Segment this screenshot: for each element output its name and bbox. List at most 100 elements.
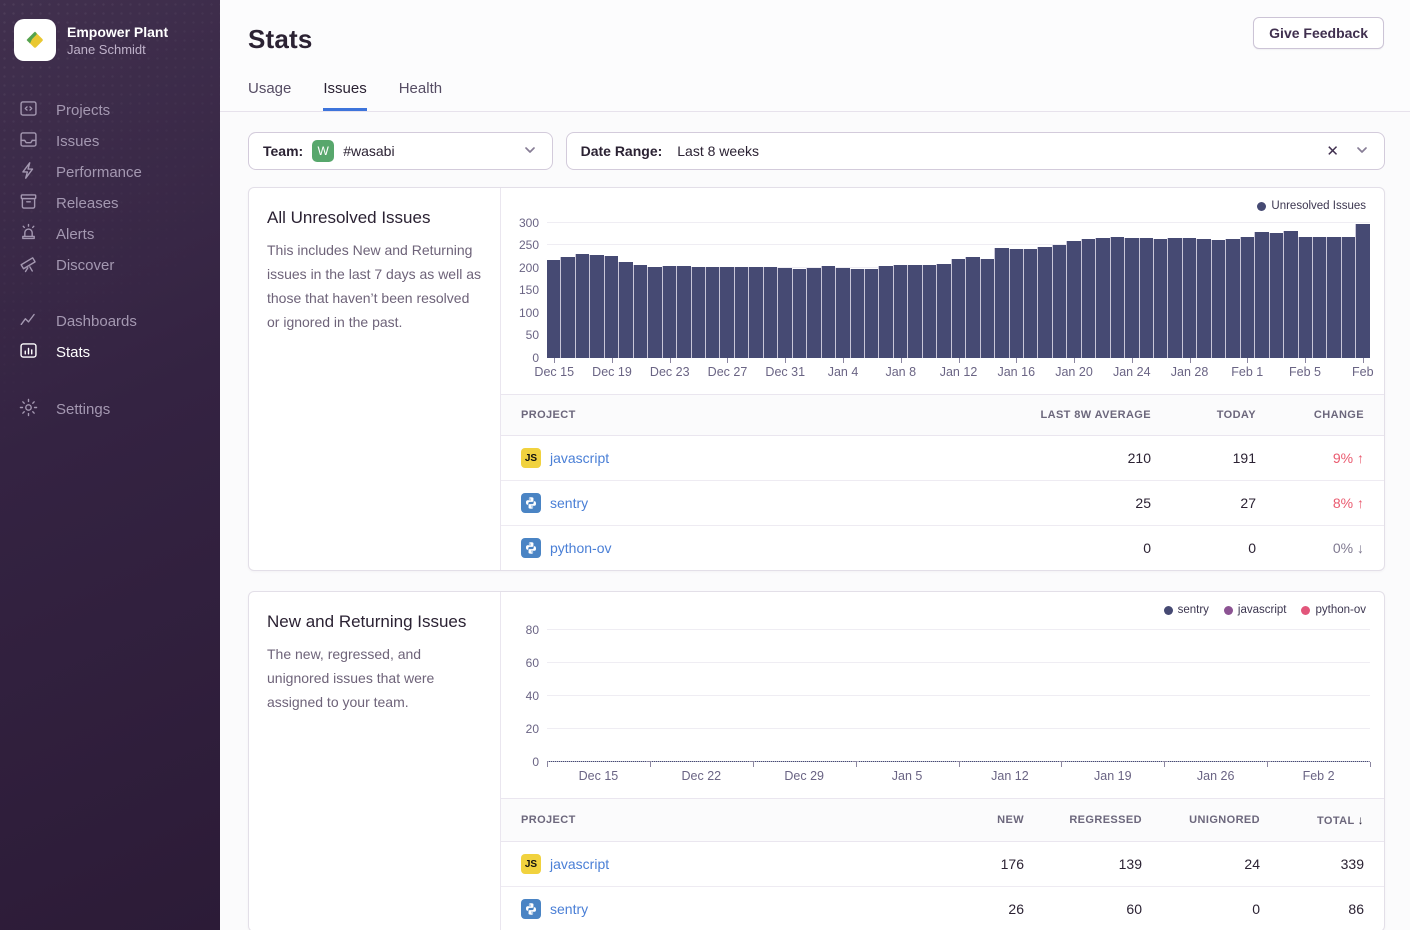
sidebar-item-stats[interactable]: Stats [14,337,206,368]
chart-bar[interactable] [1196,239,1210,358]
chart-bar[interactable] [893,265,907,358]
chart-bar[interactable] [676,266,690,358]
chart-bar[interactable] [994,248,1008,358]
chart-bar[interactable] [907,265,921,358]
chart-bar[interactable] [777,268,791,358]
chart-bar[interactable] [878,266,892,358]
chart-bar[interactable] [1211,240,1225,358]
legend-item-sentry[interactable]: sentry [1164,604,1209,616]
chart-bar[interactable] [1037,247,1051,358]
chart-bar[interactable] [1124,238,1138,358]
tab-health[interactable]: Health [399,80,442,111]
chart-bar[interactable] [922,265,936,358]
team-select[interactable]: Team: W #wasabi [248,132,553,170]
sidebar-item-releases[interactable]: Releases [14,188,206,219]
chart-bar[interactable] [575,254,589,358]
legend-item-python-ov[interactable]: python-ov [1301,604,1366,616]
chart-bar[interactable] [1283,231,1297,358]
sort-desc-icon: ↓ [1358,813,1364,827]
x-axis-tick-label: Dec 31 [765,365,805,379]
chart-bar[interactable] [1341,237,1355,358]
sidebar-item-performance[interactable]: Performance [14,157,206,188]
chart-bar[interactable] [1298,237,1312,358]
chart-bar[interactable] [647,267,661,358]
chart-bar[interactable] [1225,239,1239,358]
chart-bar[interactable] [748,267,762,358]
column-header-total[interactable]: TOTAL↓ [1280,799,1384,842]
chart-bar[interactable] [589,255,603,358]
chart-bar[interactable] [618,262,632,358]
chart-bar[interactable] [1269,233,1283,358]
chart-bar[interactable] [864,269,878,358]
date-range-select[interactable]: Date Range: Last 8 weeks ✕ [566,132,1385,170]
panel-description: This includes New and Returning issues i… [267,238,482,334]
x-axis-tick-label: Jan 12 [991,769,1029,783]
unresolved-issues-chart: Unresolved Issues 050100150200250300 Dec… [501,188,1384,388]
chart-bar[interactable] [691,267,705,358]
chart-bar[interactable] [1312,237,1326,358]
chart-bar[interactable] [1167,238,1181,358]
chart-bar[interactable] [1110,237,1124,358]
chart-bar[interactable] [1023,249,1037,358]
chart-bar[interactable] [850,269,864,358]
chart-bar[interactable] [1254,232,1268,358]
sidebar-item-projects[interactable]: Projects [14,95,206,126]
main-area: Stats Give Feedback UsageIssuesHealth Te… [220,0,1410,930]
sidebar-item-discover[interactable]: Discover [14,250,206,281]
chart-bar[interactable] [547,260,560,358]
chart-bar[interactable] [763,267,777,358]
chart-bar[interactable] [1153,239,1167,358]
chart-bar[interactable] [705,267,719,358]
chart-bar[interactable] [821,266,835,358]
sidebar-item-alerts[interactable]: Alerts [14,219,206,250]
tab-usage[interactable]: Usage [248,80,291,111]
legend-item-unresolved-issues[interactable]: Unresolved Issues [1257,200,1366,212]
chart-bar[interactable] [1066,241,1080,358]
x-axis: Dec 15Dec 19Dec 23Dec 27Dec 31Jan 4Jan 8… [547,358,1370,384]
chart-bar[interactable] [1052,245,1066,358]
legend-item-javascript[interactable]: javascript [1224,604,1287,616]
chart-bar[interactable] [835,268,849,358]
performance-icon [18,160,39,185]
chart-bar[interactable] [1009,249,1023,358]
y-axis-tick-label: 0 [532,755,539,769]
project-link[interactable]: sentry [550,901,588,917]
project-link[interactable]: sentry [550,495,588,511]
chart-bar[interactable] [1182,238,1196,358]
javascript-platform-icon: JS [521,448,541,468]
chart-bar[interactable] [633,265,647,358]
org-switcher[interactable]: Empower Plant Jane Schmidt [0,0,220,65]
chart-bar[interactable] [604,256,618,358]
chart-bar[interactable] [1326,237,1340,358]
project-link[interactable]: python-ov [550,540,611,556]
chart-bar[interactable] [936,264,950,358]
chart-bar[interactable] [662,266,676,358]
clear-date-range-icon[interactable]: ✕ [1320,142,1345,160]
chart-bar[interactable] [806,268,820,358]
chart-bar[interactable] [734,267,748,358]
chart-bar[interactable] [951,259,965,358]
sidebar-item-dashboards[interactable]: Dashboards [14,306,206,337]
dashboards-icon [18,309,39,334]
chart-bar[interactable] [1139,238,1153,358]
chart-bar[interactable] [719,267,733,358]
chart-bar[interactable] [1240,237,1254,358]
tab-issues[interactable]: Issues [323,80,366,111]
chart-bar[interactable] [1095,238,1109,358]
x-axis-tick-label: Feb 1 [1231,365,1263,379]
x-axis-tick-label: Jan 28 [1171,365,1209,379]
chart-bar[interactable] [1355,224,1369,358]
chart-bar[interactable] [1081,239,1095,358]
table-cell: 8% ↑ [1276,481,1384,526]
table-cell: 0 [956,526,1171,571]
sidebar-item-settings[interactable]: Settings [14,394,206,425]
sidebar-item-label: Alerts [56,226,94,243]
chart-bar[interactable] [965,257,979,358]
project-link[interactable]: javascript [550,856,609,872]
chart-bar[interactable] [980,259,994,358]
give-feedback-button[interactable]: Give Feedback [1253,17,1384,49]
sidebar-item-issues[interactable]: Issues [14,126,206,157]
project-link[interactable]: javascript [550,450,609,466]
chart-bar[interactable] [560,257,574,358]
chart-bar[interactable] [792,269,806,358]
